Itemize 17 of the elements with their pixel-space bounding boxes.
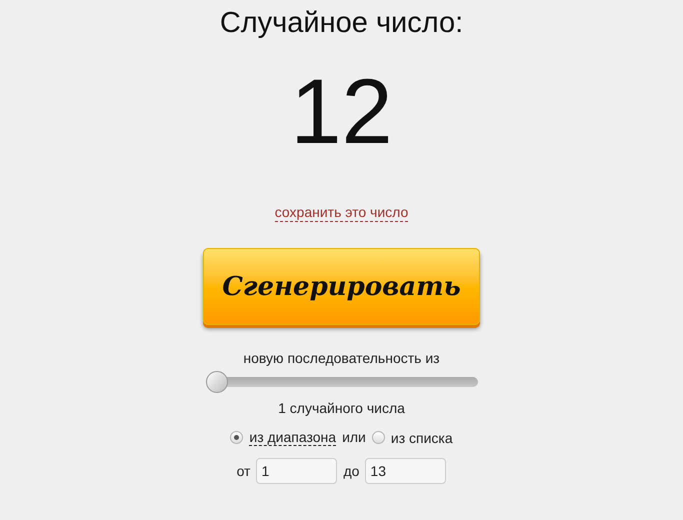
joiner-text: или bbox=[342, 428, 366, 447]
radio-button[interactable] bbox=[372, 431, 385, 444]
random-number: 12 bbox=[290, 64, 393, 160]
range-label: до bbox=[343, 462, 360, 481]
range-label: от bbox=[236, 462, 250, 480]
range-input[interactable]: 1 bbox=[256, 458, 338, 484]
save-number-link[interactable]: сохранить это число bbox=[274, 204, 408, 222]
slider-thumb[interactable] bbox=[206, 371, 228, 393]
count-slider[interactable] bbox=[206, 371, 478, 393]
radio-option[interactable]: из списка bbox=[372, 430, 453, 446]
range-input[interactable]: 13 bbox=[365, 458, 446, 484]
page-title: Случайное число: bbox=[220, 6, 464, 41]
generate-button[interactable]: Сгенерировать bbox=[203, 248, 480, 325]
count-label: 1 случайного числа bbox=[278, 399, 405, 417]
radio-button[interactable] bbox=[230, 431, 244, 444]
radio-option[interactable]: из диапазона bbox=[230, 429, 336, 446]
sequence-label: новую последовательность из bbox=[243, 349, 440, 367]
